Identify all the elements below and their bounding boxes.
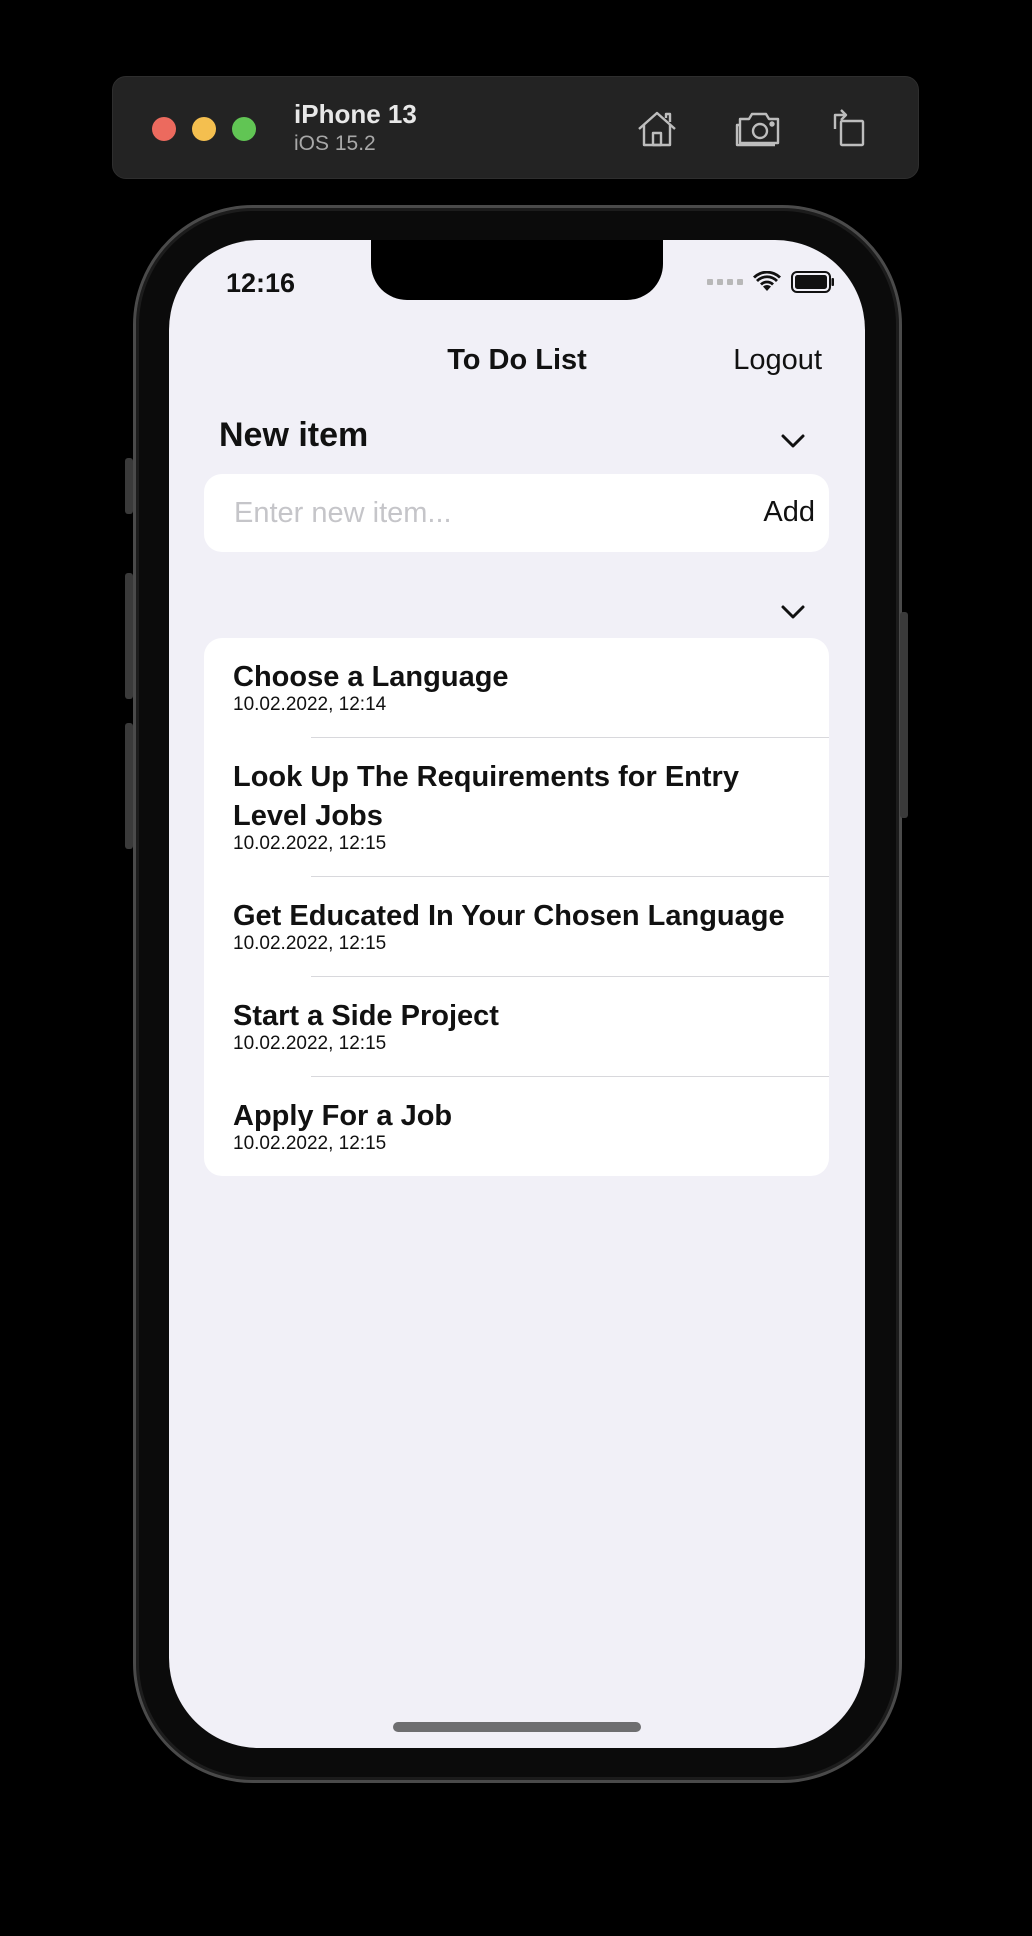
item-date: 10.02.2022, 12:15	[233, 1033, 387, 1054]
item-title: Start a Side Project	[233, 1000, 499, 1032]
chevron-down-icon[interactable]	[779, 603, 807, 621]
close-window-button[interactable]	[152, 117, 176, 141]
device-name: iPhone 13	[294, 99, 417, 129]
os-version: iOS 15.2	[294, 132, 376, 155]
new-item-input[interactable]	[232, 474, 712, 552]
wifi-icon	[753, 271, 781, 291]
item-title: Look Up The Requirements for Entry Level…	[233, 761, 739, 832]
notch	[371, 240, 663, 300]
add-button[interactable]: Add	[763, 496, 815, 529]
signal-dots-icon	[707, 279, 743, 285]
logout-button[interactable]: Logout	[733, 344, 822, 377]
list-item[interactable]: Apply For a Job 10.02.2022, 12:15	[204, 1077, 829, 1176]
home-indicator[interactable]	[393, 1722, 641, 1732]
simulator-toolbar: iPhone 13 iOS 15.2	[112, 76, 919, 179]
item-title: Get Educated In Your Chosen Language	[233, 900, 785, 932]
battery-icon	[791, 271, 834, 293]
status-icons	[707, 268, 835, 296]
phone-screen: 12:16 To Do List Logout New item Add	[169, 240, 865, 1748]
item-title: Apply For a Job	[233, 1100, 453, 1132]
item-date: 10.02.2022, 12:15	[233, 933, 387, 954]
item-date: 10.02.2022, 12:15	[233, 1133, 387, 1154]
rotate-icon[interactable]	[825, 105, 873, 153]
item-date: 10.02.2022, 12:14	[233, 694, 387, 715]
screenshot-icon[interactable]	[735, 105, 783, 153]
status-time: 12:16	[226, 268, 296, 298]
chevron-down-icon[interactable]	[779, 432, 807, 450]
volume-down-button	[125, 723, 133, 849]
list-item[interactable]: Look Up The Requirements for Entry Level…	[204, 738, 829, 877]
list-item[interactable]: Get Educated In Your Chosen Language 10.…	[204, 877, 829, 977]
zoom-window-button[interactable]	[232, 117, 256, 141]
new-item-card: Add	[204, 474, 829, 552]
new-item-section-header: New item	[219, 416, 369, 454]
list-item[interactable]: Start a Side Project 10.02.2022, 12:15	[204, 977, 829, 1077]
power-button	[900, 612, 908, 818]
item-title: Choose a Language	[233, 661, 509, 693]
list-item[interactable]: Choose a Language 10.02.2022, 12:14	[204, 638, 829, 738]
todo-list: Choose a Language 10.02.2022, 12:14 Look…	[204, 638, 829, 1176]
home-icon[interactable]	[633, 105, 681, 153]
item-date: 10.02.2022, 12:15	[233, 833, 387, 854]
mute-switch	[125, 458, 133, 514]
volume-up-button	[125, 573, 133, 699]
minimize-window-button[interactable]	[192, 117, 216, 141]
